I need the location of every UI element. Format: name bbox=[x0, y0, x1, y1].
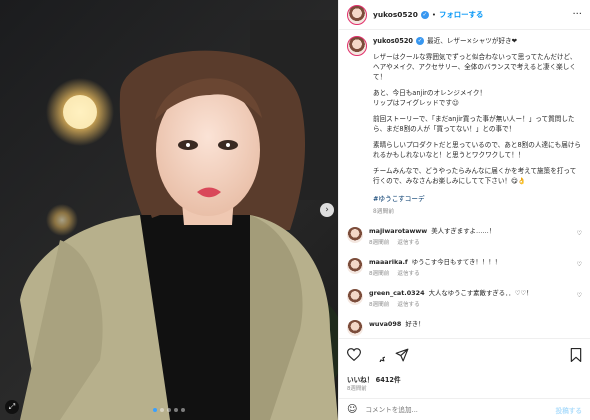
hashtag-link[interactable]: #ゆうこすコーデ bbox=[373, 194, 582, 204]
caption-avatar[interactable] bbox=[347, 36, 367, 56]
like-heart-icon[interactable] bbox=[347, 348, 361, 361]
verified-badge-icon: ✓ bbox=[416, 37, 425, 45]
caption-time: 8週間前 bbox=[373, 209, 395, 215]
carousel-dot bbox=[167, 408, 171, 412]
post-detail-panel: yukos0520 ✓ • フォローする ··· yukos0520 ✓ 最近、… bbox=[338, 0, 590, 420]
comment-username[interactable]: green_cat.0324 bbox=[369, 289, 425, 297]
comment-text: ゆうこす今日もすてき！！！！ bbox=[411, 258, 501, 266]
caption-title: 最近、レザー×シャツが好き❤ bbox=[427, 37, 518, 45]
comment-item: majiwarotawww 美人すぎますよ……！ 8週間前 返信する ♡ bbox=[347, 227, 582, 248]
comment-avatar[interactable] bbox=[347, 227, 363, 243]
comment-avatar[interactable] bbox=[347, 289, 363, 305]
comment-bubble-icon[interactable] bbox=[371, 348, 385, 362]
comment-like-heart-icon[interactable]: ♡ bbox=[577, 261, 582, 268]
caption-paragraph: 素晴らしいプロダクトだと思っているので、あと8割の人達にも届けられるかもしれない… bbox=[373, 141, 582, 159]
caption-paragraph: あと、今日もanjirのオレンジメイク！ リップはフイグレッドです😉 bbox=[373, 89, 487, 107]
comment-username[interactable]: maaarika.f bbox=[369, 258, 408, 266]
caption: yukos0520 ✓ 最近、レザー×シャツが好き❤ レザーはクールな雰囲気でず… bbox=[347, 36, 582, 217]
caption-paragraph: チームみんなで、どうやったらみんなに届くかを考えて施策を打って行くので、みなさん… bbox=[373, 167, 577, 185]
portrait-image bbox=[20, 20, 338, 420]
post-date: 8週間前 bbox=[347, 386, 367, 392]
likes-count[interactable]: いいね！ 6412件 bbox=[347, 374, 401, 384]
avatar[interactable] bbox=[347, 4, 367, 25]
carousel-dots bbox=[0, 408, 338, 412]
comment-text: 好き！ bbox=[405, 320, 425, 328]
verified-badge-icon: ✓ bbox=[420, 10, 429, 19]
likes-number: 6412件 bbox=[375, 376, 401, 384]
post-header: yukos0520 ✓ • フォローする ··· bbox=[339, 0, 590, 30]
separator-dot: • bbox=[431, 10, 436, 19]
comment-input[interactable] bbox=[365, 405, 556, 414]
comment-item: wuva098 好き！ bbox=[347, 320, 582, 336]
comment-avatar[interactable] bbox=[347, 258, 363, 274]
caption-paragraph: レザーはクールな雰囲気でずっと似合わないって思ってたんだけど、ヘアやメイク、アク… bbox=[373, 53, 577, 81]
comment-username[interactable]: majiwarotawww bbox=[369, 227, 427, 235]
post-comment-button[interactable]: 投稿する bbox=[556, 405, 582, 415]
comment-item: green_cat.0324 大人なゆうこす素敵すぎる．．♡♡！ 8週間前 返信… bbox=[347, 289, 582, 310]
comment-username[interactable]: wuva098 bbox=[369, 320, 401, 328]
caption-paragraph: 前回ストーリーで、「まだanjir買った事が無い人ー！」って質問したら、まだ8割… bbox=[373, 115, 575, 133]
comment-time: 8週間前 bbox=[369, 240, 390, 246]
comment-like-heart-icon[interactable]: ♡ bbox=[577, 292, 582, 299]
carousel-dot bbox=[181, 408, 185, 412]
share-send-icon[interactable] bbox=[395, 348, 409, 362]
carousel-dot bbox=[174, 408, 178, 412]
bookmark-icon[interactable] bbox=[570, 347, 582, 362]
post-photo[interactable]: › ⤢ bbox=[0, 0, 338, 420]
comments-list[interactable]: yukos0520 ✓ 最近、レザー×シャツが好き❤ レザーはクールな雰囲気でず… bbox=[339, 30, 590, 338]
action-bar bbox=[339, 338, 590, 370]
caption-username[interactable]: yukos0520 bbox=[373, 36, 413, 46]
likes-label: いいね！ bbox=[347, 376, 374, 384]
emoji-icon[interactable]: ☺ bbox=[347, 404, 357, 415]
comment-time: 8週間前 bbox=[369, 302, 390, 308]
comment-text: 大人なゆうこす素敵すぎる．．♡♡！ bbox=[428, 289, 533, 297]
carousel-dot bbox=[153, 408, 157, 412]
comment-like-heart-icon[interactable]: ♡ bbox=[577, 230, 582, 237]
comment-time: 8週間前 bbox=[369, 271, 390, 277]
follow-button[interactable]: フォローする bbox=[439, 9, 483, 20]
next-slide-button[interactable]: › bbox=[320, 203, 334, 217]
carousel-dot bbox=[160, 408, 164, 412]
reply-button[interactable]: 返信する bbox=[397, 301, 419, 310]
reply-button[interactable]: 返信する bbox=[397, 270, 419, 279]
comment-avatar[interactable] bbox=[347, 320, 363, 336]
comment-input-bar: ☺ 投稿する bbox=[339, 398, 590, 420]
reply-button[interactable]: 返信する bbox=[397, 239, 419, 248]
post-username[interactable]: yukos0520 bbox=[373, 10, 418, 19]
comment-text: 美人すぎますよ……！ bbox=[431, 227, 496, 235]
more-options-icon[interactable]: ··· bbox=[572, 9, 582, 20]
comment-item: maaarika.f ゆうこす今日もすてき！！！！ 8週間前 返信する ♡ bbox=[347, 258, 582, 279]
